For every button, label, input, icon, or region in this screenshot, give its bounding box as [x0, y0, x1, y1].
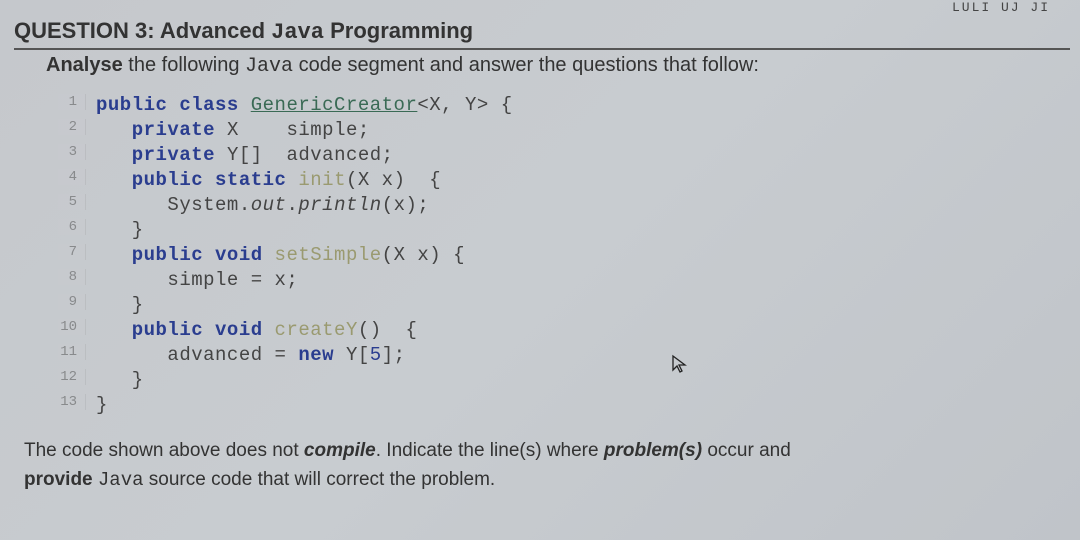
code-line: simple = x;: [86, 269, 298, 291]
line-number: 3: [58, 144, 86, 160]
code-row: 10 public void createY() {: [58, 319, 1070, 344]
line-number: 6: [58, 219, 86, 235]
code-row: 3 private Y[] advanced;: [58, 144, 1070, 169]
question-title-tail: Programming: [330, 18, 473, 43]
footer-p2c: source code that will correct the proble…: [149, 469, 495, 490]
code-row: 2 private X simple;: [58, 119, 1070, 144]
code-row: 11 advanced = new Y[5];: [58, 344, 1070, 369]
instruction-pre: the following: [128, 54, 239, 76]
line-number: 11: [58, 344, 86, 360]
code-line: public static init(X x) {: [86, 169, 441, 191]
footer-provide: provide: [24, 469, 93, 490]
code-line: public void setSimple(X x) {: [86, 244, 465, 266]
line-number: 1: [58, 94, 86, 110]
code-block: 1public class GenericCreator<X, Y> {2 pr…: [58, 94, 1070, 419]
code-row: 13}: [58, 394, 1070, 419]
footer-java: Java: [98, 469, 144, 491]
instruction-mono: Java: [245, 55, 293, 78]
footer-p1c: . Indicate the line(s) where: [376, 440, 604, 461]
line-number: 7: [58, 244, 86, 260]
code-line: private Y[] advanced;: [86, 144, 394, 166]
footer-paragraph: The code shown above does not compile. I…: [24, 437, 1070, 494]
footer-p1a: The code shown above does not: [24, 440, 304, 461]
code-line: }: [86, 369, 144, 391]
line-number: 10: [58, 319, 86, 335]
code-line: public class GenericCreator<X, Y> {: [86, 94, 513, 116]
code-line: public void createY() {: [86, 319, 417, 341]
code-row: 8 simple = x;: [58, 269, 1070, 294]
code-line: }: [86, 219, 144, 241]
question-title-word1: Advanced: [160, 18, 265, 43]
code-line: private X simple;: [86, 119, 370, 141]
code-line: }: [86, 394, 108, 416]
line-number: 2: [58, 119, 86, 135]
question-title: QUESTION 3: Advanced Java Programming: [14, 18, 1070, 50]
footer-p1e: occur and: [702, 440, 791, 461]
code-line: advanced = new Y[5];: [86, 344, 406, 366]
code-row: 6 }: [58, 219, 1070, 244]
line-number: 12: [58, 369, 86, 385]
code-row: 9 }: [58, 294, 1070, 319]
question-label: QUESTION 3:: [14, 18, 155, 43]
code-row: 4 public static init(X x) {: [58, 169, 1070, 194]
line-number: 9: [58, 294, 86, 310]
code-row: 5 System.out.println(x);: [58, 194, 1070, 219]
code-row: 12 }: [58, 369, 1070, 394]
line-number: 8: [58, 269, 86, 285]
code-line: System.out.println(x);: [86, 194, 429, 216]
code-row: 1public class GenericCreator<X, Y> {: [58, 94, 1070, 119]
line-number: 13: [58, 394, 86, 410]
code-line: }: [86, 294, 144, 316]
question-title-mono: Java: [271, 20, 324, 45]
footer-compile: compile: [304, 440, 376, 461]
footer-problems: problem(s): [604, 440, 702, 461]
line-number: 5: [58, 194, 86, 210]
header-date-fragment: LULI UJ JI: [952, 0, 1050, 15]
instruction-verb: Analyse: [46, 54, 123, 76]
line-number: 4: [58, 169, 86, 185]
instruction-post: code segment and answer the questions th…: [299, 54, 759, 76]
code-row: 7 public void setSimple(X x) {: [58, 244, 1070, 269]
instruction-text: Analyse the following Java code segment …: [46, 54, 1070, 78]
